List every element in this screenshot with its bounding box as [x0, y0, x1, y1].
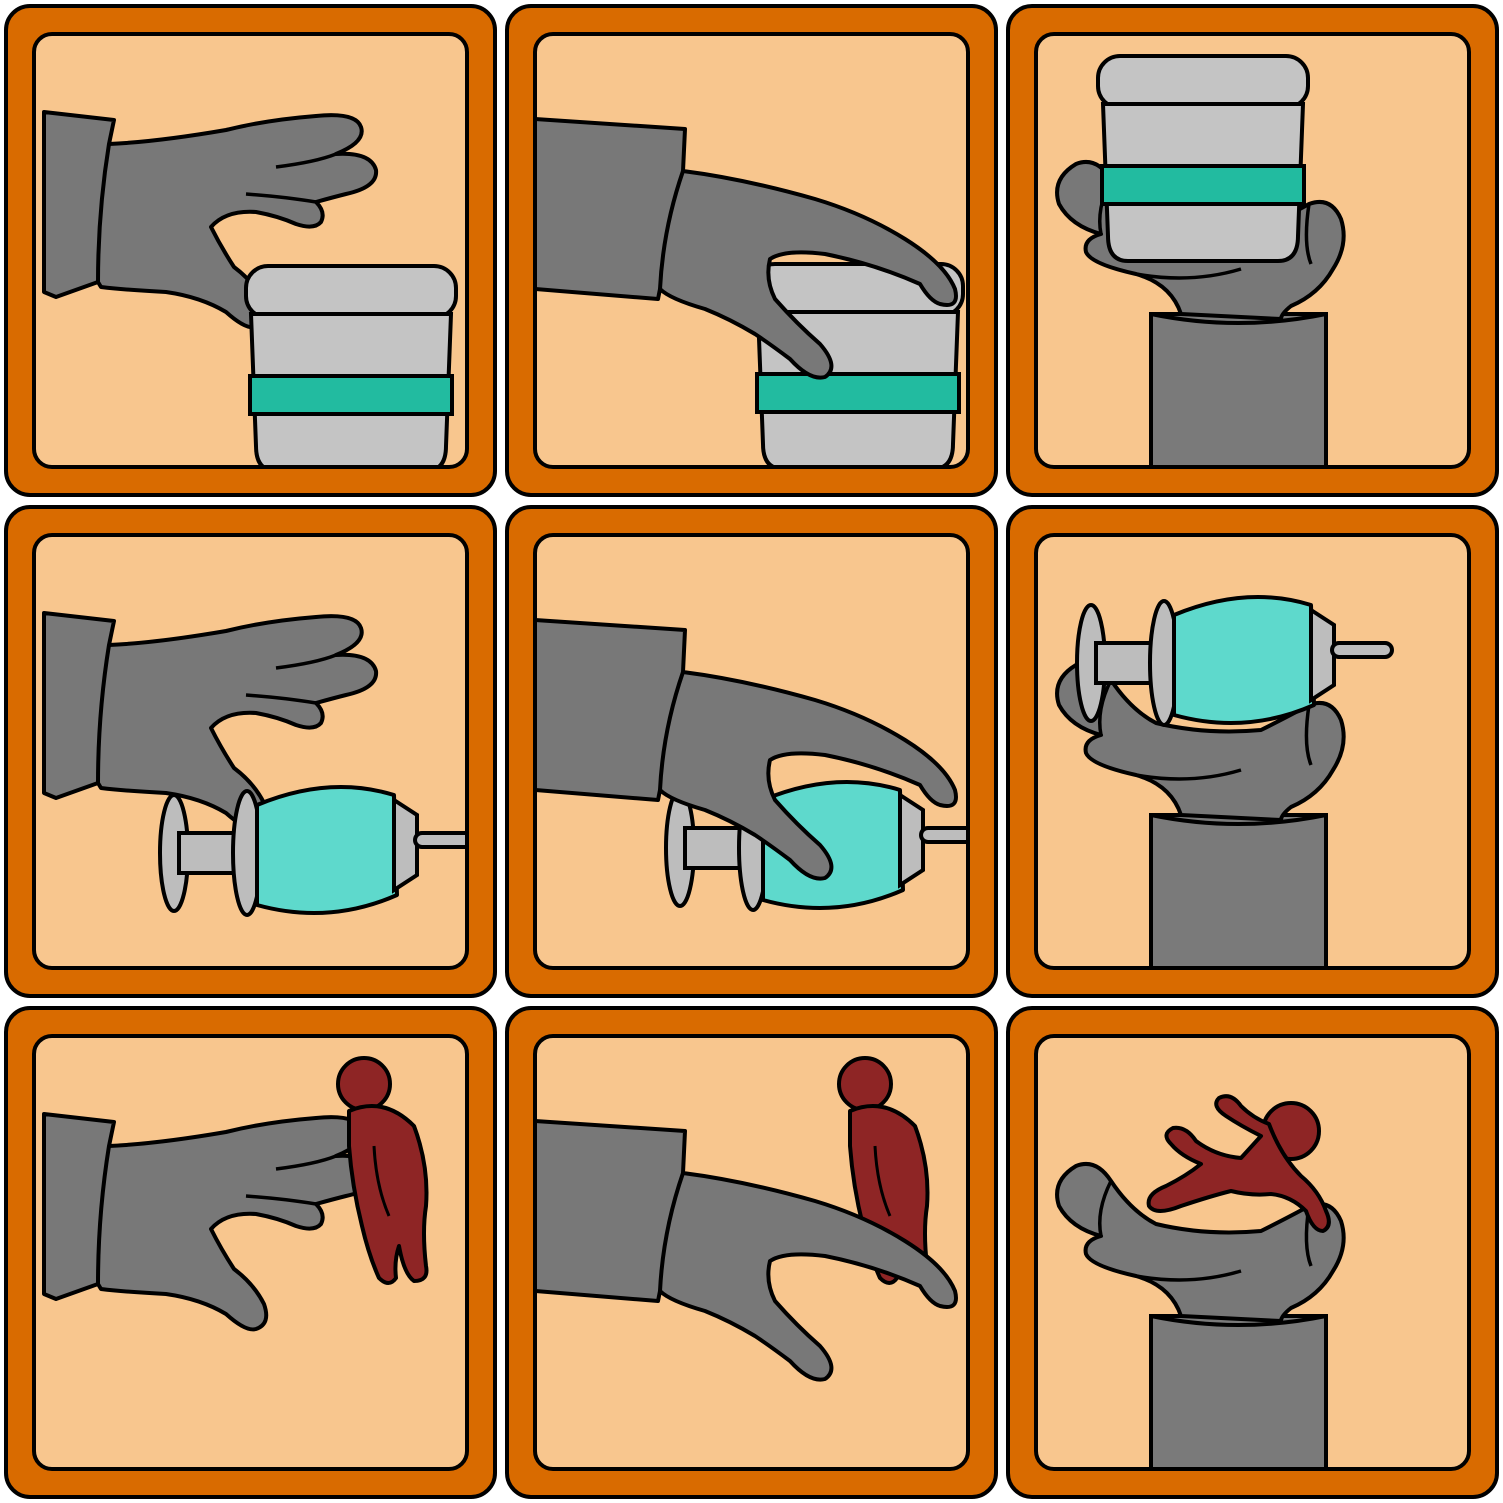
comic-panel-r3c1 [4, 1006, 497, 1499]
comic-panel-r2c2 [505, 505, 998, 998]
comic-panel-r3c2 [505, 1006, 998, 1499]
comic-panel-r3c3 [1006, 1006, 1499, 1499]
comic-panel-r2c3 [1006, 505, 1499, 998]
comic-panel-r2c1 [4, 505, 497, 998]
comic-panel-r1c1 [4, 4, 497, 497]
jar-icon [244, 264, 458, 465]
comic-canvas [4, 4, 1499, 1499]
comic-grid [0, 0, 1503, 1503]
jar-icon [1096, 54, 1310, 263]
comic-panel-r1c2 [505, 4, 998, 497]
comic-panel-r1c3 [1006, 4, 1499, 497]
